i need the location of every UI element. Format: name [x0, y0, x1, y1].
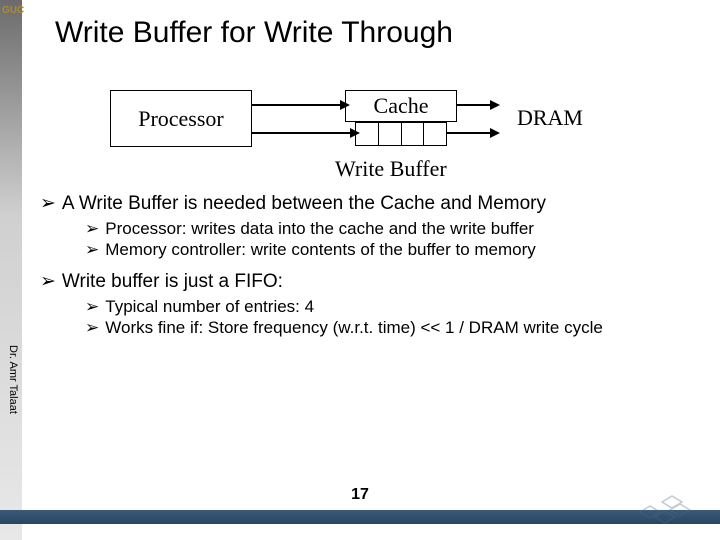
author-name: Dr. Amr Talaat: [3, 345, 19, 414]
bullet-2b-text: Works fine if: Store frequency (w.r.t. t…: [105, 318, 603, 337]
bullet-icon: ➢: [85, 297, 99, 316]
left-sidebar-gradient: [0, 0, 22, 540]
bullet-icon: ➢: [85, 318, 99, 337]
write-buffer-cell: [379, 123, 402, 145]
bullet-2: ➢ Write buffer is just a FIFO:: [40, 270, 690, 294]
write-buffer-cell: [356, 123, 379, 145]
cache-label: Cache: [374, 93, 429, 119]
bullet-2b: ➢ Works fine if: Store frequency (w.r.t. …: [85, 317, 690, 338]
write-buffer-box: [355, 122, 447, 146]
bullet-icon: ➢: [40, 271, 56, 292]
processor-box: Processor: [110, 90, 252, 147]
bullet-1a-text: Processor: writes data into the cache an…: [105, 219, 534, 238]
footer-bar: [0, 510, 720, 524]
bullet-icon: ➢: [40, 193, 56, 214]
arrow-wb-to-dram-line: [447, 132, 492, 134]
bullet-1-text: A Write Buffer is needed between the Cac…: [62, 193, 546, 214]
footer-decoration-icon: [630, 492, 700, 532]
slide-content: ➢ A Write Buffer is needed between the Ca…: [30, 190, 690, 339]
bullet-2a: ➢ Typical number of entries: 4: [85, 296, 690, 317]
arrow-cache-to-dram-head: [490, 100, 500, 110]
arrow-proc-to-cache-head: [340, 100, 350, 110]
arrow-proc-to-cache-line: [252, 104, 342, 106]
write-buffer-cell: [402, 123, 425, 145]
bullet-1: ➢ A Write Buffer is needed between the Ca…: [40, 192, 690, 216]
bullet-1b-text: Memory controller: write contents of the…: [105, 240, 536, 259]
cache-box: Cache: [345, 90, 457, 122]
guc-logo: GUC: [2, 6, 20, 16]
bullet-1a: ➢ Processor: writes data into the cache a…: [85, 218, 690, 239]
arrow-wb-to-dram-head: [490, 128, 500, 138]
dram-label: DRAM: [517, 105, 583, 131]
bullet-icon: ➢: [85, 219, 99, 238]
arrow-cache-to-dram-line: [457, 104, 492, 106]
dram-box: DRAM: [495, 100, 605, 135]
arrow-proc-to-wb-line: [252, 132, 352, 134]
write-buffer-cell: [424, 123, 446, 145]
page-number: 17: [0, 486, 720, 504]
write-buffer-label: Write Buffer: [335, 156, 447, 182]
bullet-icon: ➢: [85, 240, 99, 259]
guc-logo-text: GUC: [2, 5, 24, 16]
processor-label: Processor: [138, 106, 224, 132]
bullet-2-text: Write buffer is just a FIFO:: [62, 271, 283, 292]
bullet-2a-text: Typical number of entries: 4: [105, 297, 314, 316]
bullet-1b: ➢ Memory controller: write contents of th…: [85, 239, 690, 260]
slide-title: Write Buffer for Write Through: [55, 16, 453, 50]
